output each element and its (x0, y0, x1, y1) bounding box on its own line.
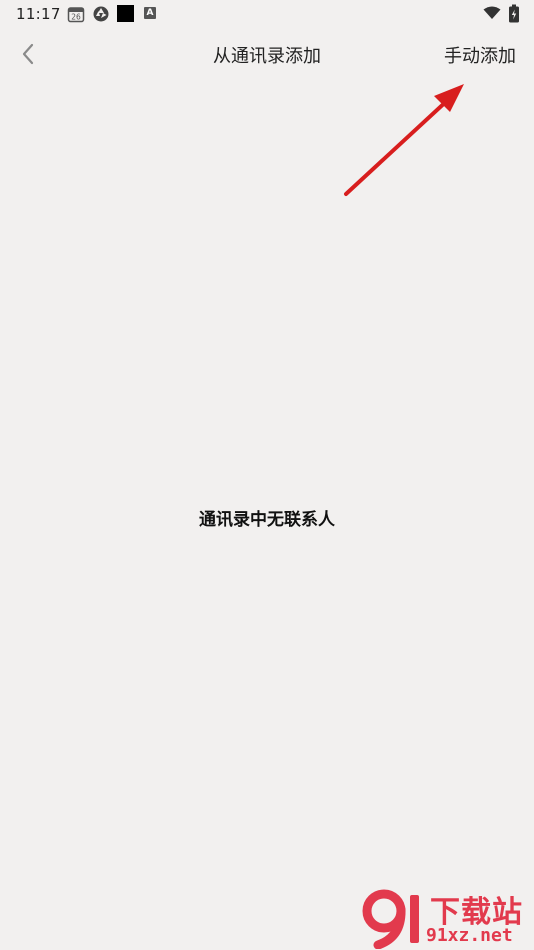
watermark-domain: 91xz.net (426, 925, 513, 946)
watermark-logo-icon (362, 889, 419, 949)
manual-add-button[interactable]: 手动添加 (444, 42, 516, 68)
status-time: 11:17 (16, 5, 61, 23)
black-square-icon (117, 5, 134, 22)
annotation-arrow (344, 84, 464, 196)
shutter-icon (93, 6, 109, 22)
calendar-day: 26 (71, 13, 81, 22)
empty-contacts-message: 通讯录中无联系人 (199, 510, 335, 530)
watermark: 下载站 91xz.net (362, 885, 534, 950)
battery-icon (509, 4, 519, 23)
calendar-icon: 26 (67, 7, 85, 23)
status-bar: 11:17 26 A (0, 0, 534, 28)
wifi-icon (483, 6, 501, 19)
a-notification-icon: A (144, 7, 156, 19)
